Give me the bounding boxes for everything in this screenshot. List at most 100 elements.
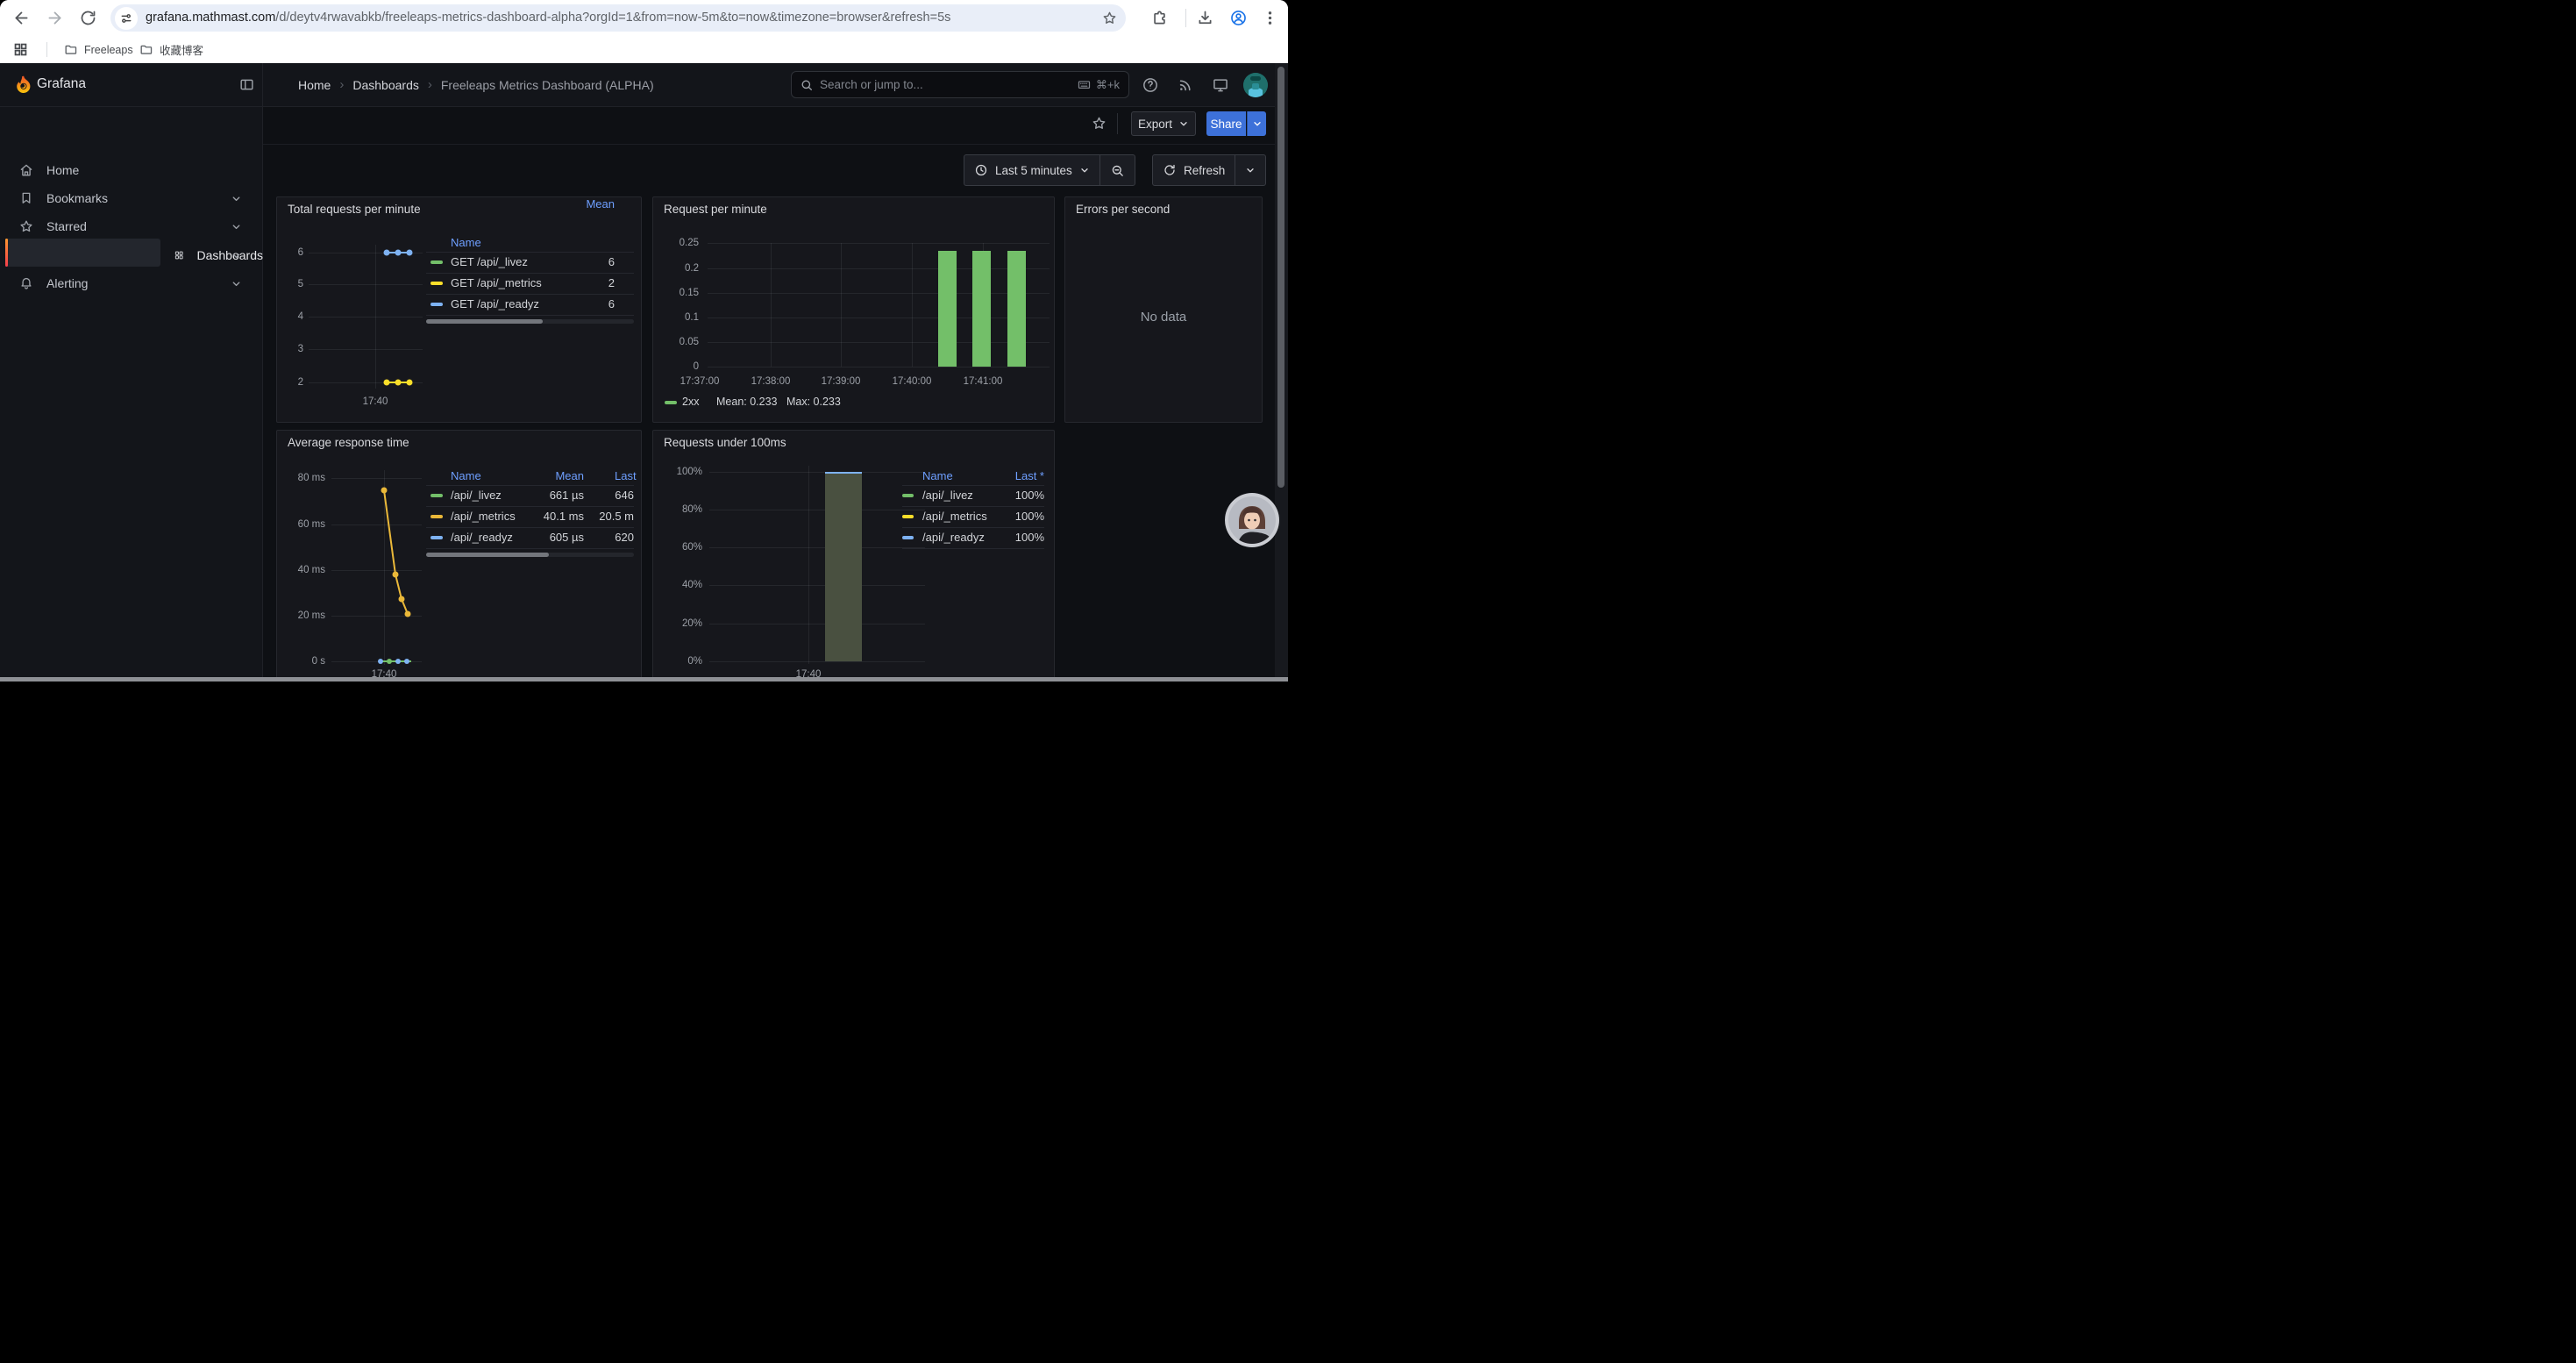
favorite-dashboard-star-icon[interactable] [1091, 115, 1107, 132]
x-tick: 17:41:00 [957, 375, 1009, 388]
time-range-picker[interactable]: Last 5 minutes [964, 155, 1099, 185]
legend-header-name[interactable]: Name [451, 236, 481, 249]
sidebar-toggle-icon[interactable] [238, 76, 255, 93]
clock-icon [974, 163, 988, 177]
panel-title[interactable]: Requests under 100ms [664, 436, 786, 449]
share-button[interactable]: Share [1206, 111, 1246, 136]
panel-title[interactable]: Total requests per minute [288, 203, 421, 216]
sidebar-item-home[interactable]: Home [0, 156, 263, 184]
y-tick: 100% [653, 466, 702, 478]
gridline [375, 245, 376, 389]
downloads-icon[interactable] [1196, 9, 1214, 27]
legend-series-name[interactable]: 2xx [682, 396, 699, 408]
legend-header-name[interactable]: Name [451, 469, 481, 482]
display-icon[interactable] [1212, 76, 1229, 94]
series-color-pill [665, 401, 677, 404]
panel-total-requests: Total requests per minute 6 5 4 3 2 17:4… [276, 196, 642, 423]
sidebar-item-bookmarks[interactable]: Bookmarks [0, 184, 263, 212]
legend-header-mean[interactable]: Mean [536, 469, 584, 482]
panel-title[interactable]: Request per minute [664, 203, 767, 216]
gridline [709, 661, 925, 662]
chevron-down-icon[interactable] [231, 250, 242, 261]
refresh-button[interactable]: Refresh [1153, 155, 1235, 185]
gridline [309, 317, 423, 318]
reload-icon[interactable] [79, 9, 97, 27]
bookmark-folder-blogs[interactable]: 收藏博客 [133, 39, 209, 61]
legend-series-name[interactable]: GET /api/_livez [451, 255, 528, 268]
breadcrumb-separator: › [428, 77, 432, 92]
page-scrollbar-track[interactable] [1275, 63, 1288, 682]
refresh-label: Refresh [1184, 164, 1225, 177]
legend-separator [426, 527, 634, 528]
series-color-pill [431, 536, 443, 539]
legend-series-name[interactable]: GET /api/_readyz [451, 297, 539, 310]
apps-grid-icon[interactable] [12, 41, 29, 58]
page-scrollbar-thumb[interactable] [1277, 67, 1284, 488]
profile-icon[interactable] [1229, 9, 1248, 27]
chevron-down-icon[interactable] [231, 221, 242, 232]
sidebar-item-dashboards[interactable]: Dashboards [0, 241, 263, 269]
legend-series-name[interactable]: GET /api/_metrics [451, 276, 542, 289]
y-tick: 0.2 [653, 262, 699, 275]
legend-series-name[interactable]: /api/_metrics [451, 510, 516, 523]
legend-scrollbar-thumb[interactable] [426, 553, 549, 557]
bookmark-star-icon[interactable] [1101, 10, 1118, 26]
user-avatar[interactable] [1243, 73, 1268, 97]
floating-assistant-avatar[interactable] [1224, 492, 1280, 548]
forward-icon[interactable] [46, 9, 64, 27]
legend-series-name[interactable]: /api/_readyz [451, 531, 513, 544]
y-tick: 5 [277, 278, 303, 290]
gridline [331, 661, 422, 662]
breadcrumb-home[interactable]: Home [298, 78, 331, 92]
legend-separator [902, 485, 1044, 486]
legend-series-last: 100% [974, 489, 1044, 502]
y-tick: 20% [653, 617, 702, 630]
bookmark-folder-freeleaps[interactable]: Freeleaps [58, 39, 139, 61]
legend-separator [902, 548, 1044, 549]
help-icon[interactable] [1142, 76, 1159, 94]
panel-title[interactable]: Errors per second [1076, 203, 1170, 216]
export-button[interactable]: Export [1131, 111, 1196, 136]
zoom-out-button[interactable] [1100, 155, 1135, 185]
gridline [709, 472, 925, 473]
gridline [309, 284, 423, 285]
y-tick: 0.25 [653, 237, 699, 249]
legend-header-mean[interactable]: Mean [566, 197, 615, 211]
legend-max: Max: 0.233 [786, 396, 841, 408]
grafana-topnav: Grafana Home › Dashboards › Freeleaps Me… [0, 63, 1288, 107]
sidebar-item-starred[interactable]: Starred [0, 212, 263, 240]
legend-scrollbar-track [426, 553, 634, 557]
sidebar-active-highlight [5, 239, 160, 267]
legend-series-name[interactable]: /api/_livez [451, 489, 502, 502]
menu-kebab-icon[interactable] [1261, 9, 1279, 27]
y-tick: 0.15 [653, 287, 699, 299]
panel-errors-per-second: Errors per second No data [1064, 196, 1263, 423]
address-bar[interactable]: grafana.mathmast.com/d/deytv4rwavabkb/fr… [110, 4, 1126, 32]
legend-series-mean: 661 µs [514, 489, 584, 502]
legend-header-last[interactable]: Last * [974, 469, 1044, 482]
breadcrumb-dashboards[interactable]: Dashboards [352, 78, 419, 92]
chevron-down-icon [1178, 118, 1189, 129]
back-icon[interactable] [12, 9, 31, 27]
grafana-logo[interactable] [13, 75, 34, 96]
gridline [708, 342, 1050, 343]
y-tick: 80% [653, 503, 702, 516]
x-tick: 17:38:00 [744, 375, 797, 388]
legend-header-name[interactable]: Name [922, 469, 953, 482]
extensions-icon[interactable] [1150, 9, 1169, 27]
refresh-interval-dropdown[interactable] [1235, 155, 1265, 185]
chevron-down-icon[interactable] [231, 278, 242, 289]
chevron-down-icon[interactable] [231, 193, 242, 204]
share-dropdown-button[interactable] [1247, 111, 1266, 136]
legend-scrollbar-thumb[interactable] [426, 319, 543, 324]
site-settings-icon[interactable] [115, 7, 138, 30]
home-icon [18, 162, 34, 178]
x-tick: 17:40 [352, 396, 398, 408]
panel-title[interactable]: Average response time [288, 436, 409, 449]
sidebar-item-alerting[interactable]: Alerting [0, 269, 263, 297]
news-rss-icon[interactable] [1177, 76, 1194, 94]
legend-series-name[interactable]: /api/_livez [922, 489, 973, 502]
search-input[interactable]: Search or jump to... ⌘+k [791, 71, 1129, 98]
search-placeholder: Search or jump to... [820, 78, 1077, 91]
legend-header-last[interactable]: Last * [615, 469, 637, 482]
